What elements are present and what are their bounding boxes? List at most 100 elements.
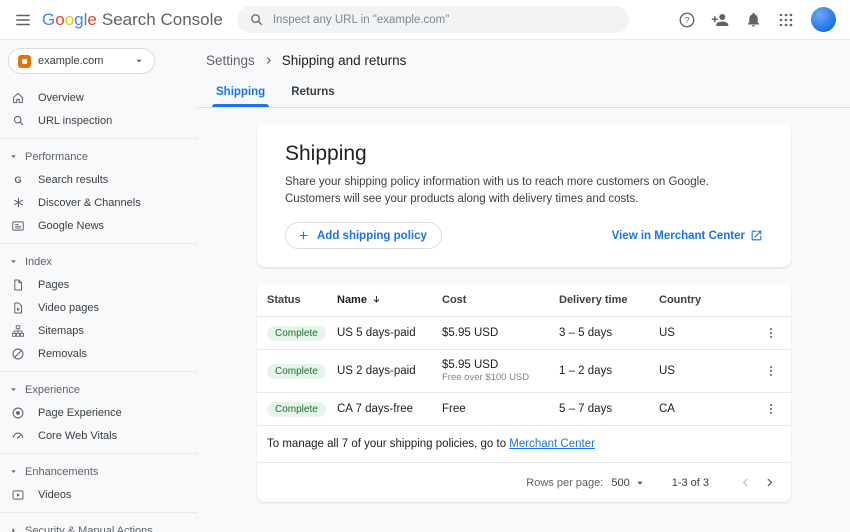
- page-title: Shipping: [285, 142, 763, 166]
- external-link-icon: [750, 229, 763, 242]
- policy-name: US 2 days-paid: [337, 365, 442, 377]
- sidebar-section-label: Security & Manual Actions: [25, 525, 153, 532]
- sidebar-divider: [0, 243, 197, 244]
- url-inspection-searchbar[interactable]: [237, 6, 629, 33]
- notifications-button[interactable]: [740, 7, 766, 33]
- table-pagination: Rows per page: 500 1-3 of 3: [257, 462, 791, 502]
- plus-icon: [297, 229, 310, 242]
- add-user-button[interactable]: [707, 7, 733, 33]
- row-menu-button[interactable]: [758, 320, 784, 346]
- sidebar-section-experience[interactable]: Experience: [0, 378, 197, 401]
- status-badge: Complete: [267, 364, 326, 379]
- news-icon: [11, 219, 25, 233]
- view-in-merchant-center-link[interactable]: View in Merchant Center: [612, 229, 763, 242]
- footer-note-text: To manage all 7 of your shipping policie…: [267, 438, 509, 450]
- video-icon: [11, 488, 25, 502]
- help-icon: [678, 11, 696, 29]
- apps-grid-icon: [778, 12, 794, 28]
- sidebar-item-core-web-vitals[interactable]: Core Web Vitals: [0, 424, 197, 447]
- policy-country: US: [659, 365, 751, 377]
- sidebar-item-videos[interactable]: Videos: [0, 483, 197, 506]
- policy-delivery-time: 3 – 5 days: [559, 327, 659, 339]
- add-button-label: Add shipping policy: [317, 230, 427, 242]
- chevron-down-icon: [8, 151, 19, 162]
- page-icon: [11, 278, 25, 292]
- rows-per-page-select[interactable]: 500: [611, 477, 645, 489]
- property-icon: [18, 55, 31, 68]
- sidebar-item-video-pages[interactable]: Video pages: [0, 296, 197, 319]
- sidebar-item-removals[interactable]: Removals: [0, 342, 197, 365]
- sidebar-item-pages[interactable]: Pages: [0, 273, 197, 296]
- shipping-policies-table-card: Status Name Cost Delivery time Country C…: [257, 283, 791, 502]
- kebab-menu-icon: [764, 402, 778, 416]
- main-content: Settings Shipping and returns Shipping R…: [198, 40, 850, 532]
- next-page-button[interactable]: [757, 471, 781, 495]
- content-scroll-area: Shipping Share your shipping policy info…: [198, 108, 850, 532]
- sidebar-item-google-news[interactable]: Google News: [0, 214, 197, 237]
- property-selector[interactable]: example.com: [8, 48, 155, 74]
- row-menu-button[interactable]: [758, 396, 784, 422]
- policy-country: CA: [659, 403, 751, 415]
- chevron-right-icon: [8, 525, 19, 532]
- sidebar-item-label: Pages: [38, 279, 69, 291]
- sidebar-item-page-experience[interactable]: Page Experience: [0, 401, 197, 424]
- policy-cost: $5.95 USD Free over $100 USD: [442, 359, 559, 383]
- sidebar-item-label: Video pages: [38, 302, 99, 314]
- table-row[interactable]: Complete US 5 days-paid $5.95 USD 3 – 5 …: [257, 316, 791, 349]
- column-header-cost: Cost: [442, 294, 559, 306]
- logo-letter: g: [74, 10, 83, 30]
- sidebar-item-sitemaps[interactable]: Sitemaps: [0, 319, 197, 342]
- bell-icon: [745, 11, 762, 28]
- chevron-down-icon: [634, 477, 646, 489]
- google-g-icon: [11, 173, 25, 187]
- merchant-center-footer-link[interactable]: Merchant Center: [509, 438, 595, 450]
- hamburger-menu-button[interactable]: [10, 7, 36, 33]
- prev-page-button[interactable]: [733, 471, 757, 495]
- apps-grid-button[interactable]: [773, 7, 799, 33]
- sidebar-item-overview[interactable]: Overview: [0, 86, 197, 109]
- sidebar-item-label: Page Experience: [38, 407, 122, 419]
- chevron-down-icon: [8, 384, 19, 395]
- table-row[interactable]: Complete US 2 days-paid $5.95 USD Free o…: [257, 349, 791, 392]
- shipping-description: Share your shipping policy information w…: [285, 174, 737, 207]
- sidebar-section-index[interactable]: Index: [0, 250, 197, 273]
- tab-returns[interactable]: Returns: [279, 81, 346, 107]
- chevron-down-icon: [133, 55, 145, 67]
- breadcrumb-settings[interactable]: Settings: [206, 53, 255, 68]
- row-menu-button[interactable]: [758, 358, 784, 384]
- removals-icon: [11, 347, 25, 361]
- sidebar-item-discover-channels[interactable]: Discover & Channels: [0, 191, 197, 214]
- sidebar-item-label: Overview: [38, 92, 84, 104]
- sidebar-item-label: Removals: [38, 348, 87, 360]
- policy-cost: Free: [442, 403, 559, 415]
- sort-arrow-down-icon: [371, 294, 382, 305]
- sidebar-divider: [0, 138, 197, 139]
- add-shipping-policy-button[interactable]: Add shipping policy: [285, 222, 442, 249]
- sidebar-item-search-results[interactable]: Search results: [0, 168, 197, 191]
- help-button[interactable]: [674, 7, 700, 33]
- sidebar-section-security-manual-actions[interactable]: Security & Manual Actions: [0, 519, 197, 532]
- policy-cost: $5.95 USD: [442, 327, 559, 339]
- sidebar-divider: [0, 453, 197, 454]
- sidebar-section-label: Performance: [25, 151, 88, 163]
- table-row[interactable]: Complete CA 7 days-free Free 5 – 7 days …: [257, 392, 791, 425]
- gauge-icon: [11, 429, 25, 443]
- column-header-name[interactable]: Name: [337, 294, 442, 306]
- product-name: Search Console: [102, 10, 223, 30]
- logo-letter: e: [87, 10, 96, 30]
- sidebar-section-label: Experience: [25, 384, 80, 396]
- sidebar-section-performance[interactable]: Performance: [0, 145, 197, 168]
- home-icon: [11, 91, 25, 105]
- sidebar-item-url-inspection[interactable]: URL inspection: [0, 109, 197, 132]
- app-logo[interactable]: Google Search Console: [42, 10, 223, 30]
- avatar[interactable]: [811, 7, 836, 32]
- column-header-delivery-time: Delivery time: [559, 294, 659, 306]
- tab-bar: Shipping Returns: [198, 81, 850, 108]
- card-actions-row: Add shipping policy View in Merchant Cen…: [285, 222, 763, 249]
- tab-shipping[interactable]: Shipping: [204, 81, 277, 107]
- sidebar-item-label: Search results: [38, 174, 108, 186]
- sidebar-section-enhancements[interactable]: Enhancements: [0, 460, 197, 483]
- top-app-bar: Google Search Console: [0, 0, 850, 40]
- google-search-console-app: Google Search Console example.com Ove: [0, 0, 850, 532]
- search-input[interactable]: [273, 14, 617, 26]
